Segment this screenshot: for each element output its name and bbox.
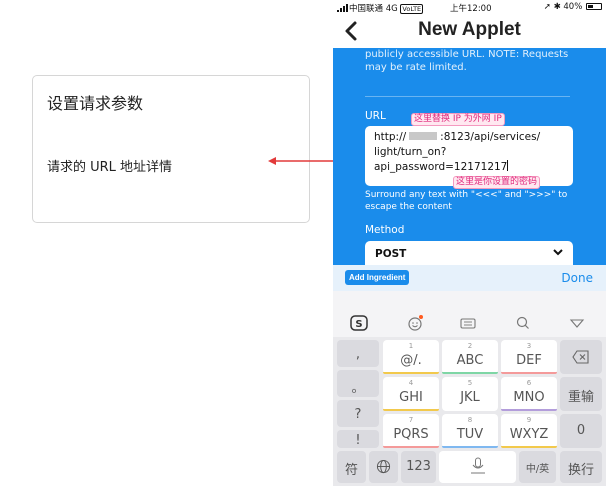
status-time: 上午12:00 [450,4,492,14]
done-button[interactable]: Done [561,271,593,285]
escape-hint: Surround any text with "<<<" and ">>>" t… [365,190,568,212]
url-path: :8123/api/services/ [440,131,541,143]
volte-badge: VoLTE [400,4,424,14]
phone-screen: 中国联通 4G VoLTE 上午12:00 ➚ ✱ 40% New Applet… [333,0,606,486]
key-6[interactable]: 6 MNO [501,377,557,411]
key-question[interactable]: ? [337,400,379,427]
search-icon[interactable] [513,314,533,332]
numeric-key[interactable]: 123 [401,451,436,483]
language-switch-key[interactable]: 中/英 [519,451,556,483]
key-comma[interactable]: , [337,340,379,367]
network-type: 4G [385,4,398,14]
chevron-down-icon [553,249,563,256]
keyboard: , 。 ? ! 1 @/. 2 ABC 3 DEF 4 GHI 5 JKL 6 … [333,337,606,486]
emoji-icon[interactable] [405,314,425,332]
status-bar: 中国联通 4G VoLTE 上午12:00 ➚ ✱ 40% [333,0,606,14]
globe-key[interactable] [369,451,398,483]
globe-icon [376,459,391,474]
keyboard-icon[interactable] [458,314,478,332]
battery-icon [586,3,602,10]
masked-ip [409,132,438,140]
annotation-text: 请求的 URL 地址详情 [47,160,173,175]
svg-text:S: S [355,319,362,330]
ingredient-bar: Add Ingredient Done [333,265,606,291]
url-query: api_password=12171217 [374,161,508,173]
annotation-card: 设置请求参数 请求的 URL 地址详情 [32,75,310,223]
key-8[interactable]: 8 TUV [442,414,498,448]
url-label: URL [365,110,386,122]
divider [365,96,570,97]
page-title: New Applet [418,19,521,40]
location-icon: ➚ [543,2,551,12]
keyboard-toolbar: S [333,309,606,337]
collapse-keyboard-icon[interactable] [567,314,587,332]
key-0[interactable]: 0 [560,414,602,448]
signal-icon [337,4,348,12]
bluetooth-icon: ✱ [553,2,561,12]
nav-bar: New Applet [333,14,606,48]
field-description: publicly accessible URL. NOTE: Requests … [365,49,569,73]
key-5[interactable]: 5 JKL [442,377,498,411]
annotation-password-tag: 这里是你设置的密码 [453,176,541,189]
newline-key[interactable]: 换行 [560,451,602,483]
method-select[interactable]: POST [365,241,573,265]
url-scheme: http:// [374,131,407,143]
reset-key[interactable]: 重输 [560,377,602,411]
key-1[interactable]: 1 @/. [383,340,439,374]
sogou-logo-icon[interactable]: S [349,314,369,332]
annotation-ip-tag: 这里替换 IP 为外网 IP [411,113,505,126]
method-value: POST [375,248,407,260]
keyboard-spacer [333,291,606,309]
applet-form: publicly accessible URL. NOTE: Requests … [333,48,606,265]
backspace-key[interactable] [560,340,602,374]
key-7[interactable]: 7 PQRS [383,414,439,448]
key-2[interactable]: 2 ABC [442,340,498,374]
microphone-icon [471,457,485,474]
text-caret [507,160,509,171]
carrier-name: 中国联通 [349,4,384,14]
key-exclaim[interactable]: ! [337,430,379,448]
battery-percent: 40% [563,2,583,12]
key-9[interactable]: 9 WXYZ [501,414,557,448]
url-path-service: light/turn_on? [374,146,447,158]
method-label: Method [365,224,405,236]
annotation-title: 设置请求参数 [47,94,144,113]
backspace-icon [572,350,589,364]
key-4[interactable]: 4 GHI [383,377,439,411]
add-ingredient-button[interactable]: Add Ingredient [345,270,410,285]
key-3[interactable]: 3 DEF [501,340,557,374]
space-key[interactable] [439,451,516,483]
symbol-key[interactable]: 符 [337,451,366,483]
key-period[interactable]: 。 [337,370,379,397]
